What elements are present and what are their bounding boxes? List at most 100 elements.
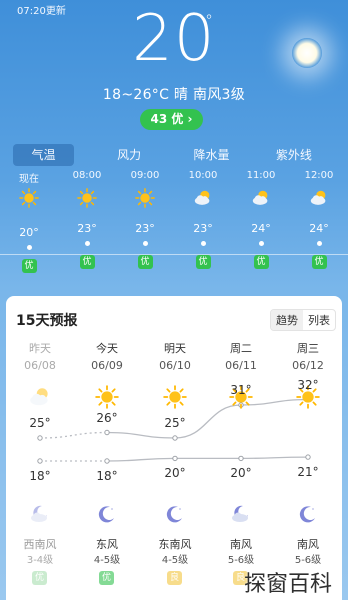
hourly-time: 09:00 — [130, 170, 160, 181]
hourly-time: 11:00 — [246, 170, 276, 181]
day-name: 昨天 — [29, 342, 51, 355]
low-temp-point — [104, 458, 110, 464]
cloud-sun-icon — [236, 184, 286, 212]
tab-precipitation[interactable]: 降水量 — [170, 144, 252, 166]
metric-tabs: 气温 风力 降水量 紫外线 — [13, 144, 335, 166]
day-wind-level: 4-5级 — [93, 555, 121, 566]
hourly-item: 现在 20° 优 — [4, 170, 54, 273]
day-low-temp: 18° — [96, 469, 118, 483]
trend-point — [84, 241, 90, 246]
day-high-temp: 32° — [297, 377, 319, 392]
day-wind-level: 5-6级 — [227, 555, 255, 566]
day-low-temp: 20° — [230, 466, 252, 481]
tab-temperature[interactable]: 气温 — [13, 144, 74, 166]
high-temp-point — [37, 435, 43, 441]
day-wind-direction: 南风 — [230, 538, 252, 551]
hourly-time: 10:00 — [188, 170, 218, 181]
hourly-temp: 23° — [193, 222, 213, 235]
day-high-temp: 25° — [29, 416, 51, 430]
hourly-item: 10:00 23° 优 — [178, 170, 228, 269]
day-date: 06/08 — [24, 359, 56, 372]
trend-point — [258, 241, 264, 246]
cloud-moon-icon — [211, 502, 271, 526]
degree-symbol: ° — [205, 11, 213, 30]
hourly-time: 现在 — [19, 174, 39, 185]
day-wind-direction: 西南风 — [23, 538, 57, 551]
hourly-time: 12:00 — [304, 170, 334, 181]
sun-icon — [77, 382, 137, 412]
moon-icon — [77, 502, 137, 526]
forecast-day[interactable]: 明天 06/10 — [145, 340, 205, 412]
day-wind-level: 5-6级 — [294, 555, 322, 566]
forecast-day[interactable]: 昨天 06/08 — [10, 340, 70, 412]
forecast-day[interactable]: 周三 06/12 — [278, 340, 338, 412]
sun-icon — [62, 184, 112, 212]
cloud-sun-icon — [294, 184, 344, 212]
hourly-item: 09:00 23° 优 — [120, 170, 170, 269]
hourly-temp: 23° — [77, 222, 97, 235]
day-low-temp: 20° — [164, 466, 186, 481]
aqi-badge: 优 — [195, 255, 211, 269]
day-low-temp: 18° — [29, 469, 51, 483]
low-temp-point — [37, 458, 43, 464]
cloud-sun-icon — [10, 382, 70, 412]
day-high-temp: 31° — [230, 383, 252, 397]
sun-icon — [4, 184, 54, 212]
day-aqi-badge: 优 — [99, 571, 114, 585]
day-wind-direction: 南风 — [297, 538, 319, 551]
day-low-temp: 21° — [297, 465, 319, 480]
current-temperature: 20 — [132, 2, 216, 76]
low-trend-line — [106, 456, 309, 462]
cloud-sun-icon — [178, 184, 228, 212]
aqi-badge: 优 — [79, 255, 95, 269]
hourly-item: 12:00 24° 优 — [294, 170, 344, 269]
aqi-button[interactable]: 43 优 › — [140, 109, 203, 130]
sun-icon — [145, 382, 205, 412]
hourly-forecast[interactable]: 现在 20° 优 08:00 23° 优 09:00 23° 优 10:00 23° 优 11:00 24… — [0, 170, 348, 290]
day-date: 06/09 — [91, 359, 123, 372]
hourly-item: 11:00 24° 优 — [236, 170, 286, 269]
moon-icon — [145, 502, 205, 526]
forecast-card: 15天预报 趋势 列表 昨天 06/08 25° 18° 西南风 3-4级优今天 06/09… — [6, 296, 342, 600]
sun-icon — [120, 184, 170, 212]
cloud-moon-icon — [10, 502, 70, 526]
high-trend-past — [39, 431, 108, 439]
day-name: 周二 — [230, 342, 252, 355]
weather-summary: 18~26°C 晴 南风3级 — [102, 87, 246, 103]
day-wind-direction: 东风 — [96, 538, 118, 551]
hourly-time: 08:00 — [72, 170, 102, 181]
day-name: 明天 — [164, 342, 186, 355]
day-wind-level: 4-5级 — [161, 555, 189, 566]
aqi-badge: 优 — [21, 259, 37, 273]
hourly-temp: 20° — [19, 226, 39, 239]
aqi-badge: 优 — [137, 255, 153, 269]
day-high-temp: 26° — [96, 410, 118, 425]
day-date: 06/11 — [225, 359, 257, 372]
aqi-badge: 优 — [311, 255, 327, 269]
watermark: 探窗百科 — [244, 572, 333, 597]
day-wind-level: 3-4级 — [26, 555, 54, 566]
hourly-temp: 24° — [309, 222, 329, 235]
low-temp-point — [172, 455, 178, 462]
forecast-day[interactable]: 周二 06/11 — [211, 340, 271, 412]
day-date: 06/10 — [159, 359, 191, 372]
day-aqi-badge: 优 — [32, 571, 47, 585]
moon-icon — [278, 502, 338, 526]
aqi-badge: 优 — [253, 255, 269, 269]
tab-wind[interactable]: 风力 — [88, 144, 170, 166]
high-temp-point — [104, 429, 110, 436]
tab-uv[interactable]: 紫外线 — [253, 144, 335, 166]
low-temp-point — [305, 454, 311, 460]
hourly-temp: 24° — [251, 222, 271, 235]
forecast-day[interactable]: 今天 06/09 — [77, 340, 137, 412]
day-aqi-badge: 良 — [167, 571, 182, 585]
low-temp-point — [238, 455, 244, 462]
day-name: 今天 — [96, 342, 118, 355]
hourly-item: 08:00 23° 优 — [62, 170, 112, 269]
sun-glow-icon — [292, 38, 322, 68]
day-name: 周三 — [297, 342, 319, 355]
trend-point — [26, 245, 32, 250]
hourly-temp: 23° — [135, 222, 155, 235]
trend-point — [142, 241, 148, 246]
trend-point — [316, 241, 322, 246]
